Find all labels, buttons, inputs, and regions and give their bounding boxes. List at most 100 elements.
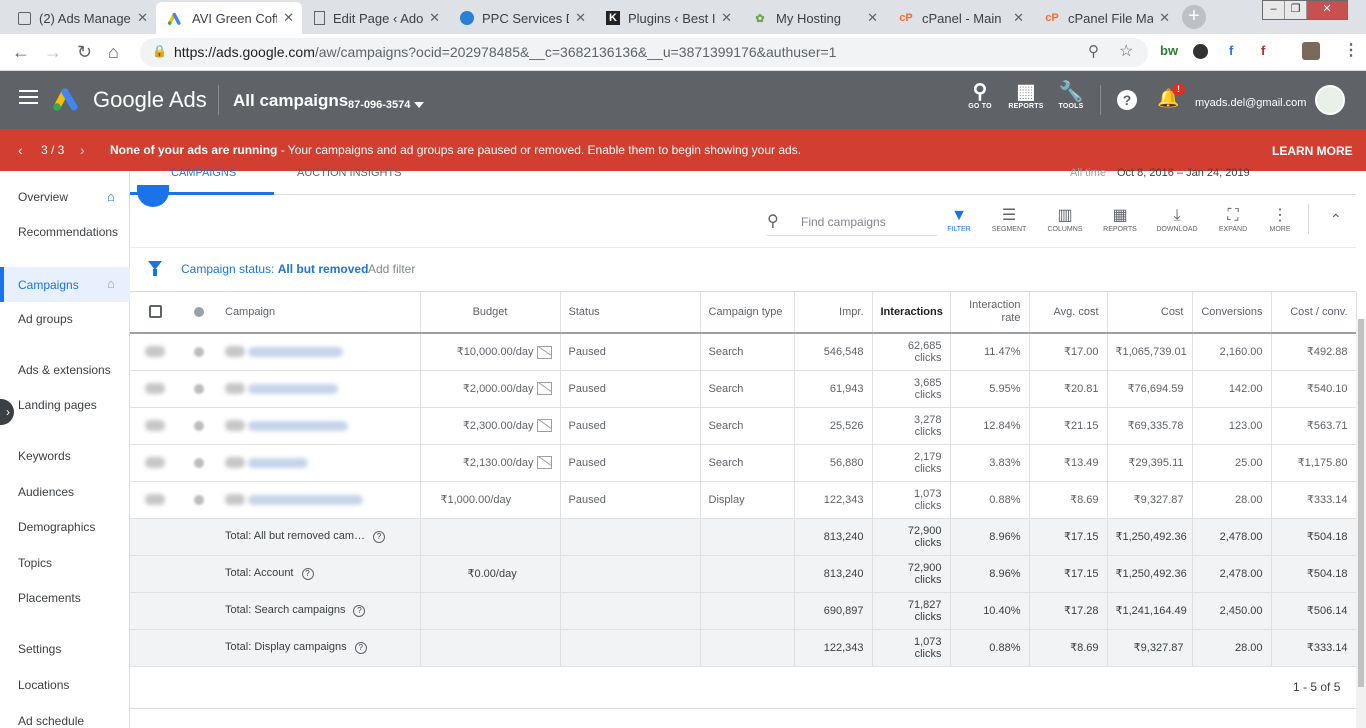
sidebar-item-locations[interactable]: Locations [18,678,69,692]
omnibox[interactable]: 🔒 https://ads.google.com/aw/campaigns?oc… [140,38,1148,67]
browser-menu-icon[interactable]: ⋮ [1343,40,1359,60]
table-row[interactable]: ₹2,130.00/day Paused Search 56,880 2,179… [130,444,1357,482]
budget-value[interactable]: ₹2,130.00/day [463,457,534,469]
help-icon[interactable]: ? [354,641,367,654]
browser-tab-google-ads[interactable]: AVI Green Coffe ✕ [156,2,302,34]
scrollbar[interactable] [1356,319,1366,728]
bookmark-star-icon[interactable]: ☆ [1119,41,1133,61]
campaign-status-filter[interactable]: Campaign status: All but removed [181,262,368,276]
close-tab-icon[interactable]: ✕ [575,10,586,26]
close-tab-icon[interactable]: ✕ [283,10,294,26]
select-all-checkbox[interactable] [148,305,162,319]
close-window-icon[interactable]: ✕ [1307,1,1347,19]
sidebar-item-placements[interactable]: Placements [18,591,81,605]
account-email[interactable]: myads.del@gmail.com [1195,97,1306,109]
budget-value[interactable]: ₹10,000.00/day [457,346,534,358]
extension-circle-icon[interactable] [1193,44,1208,59]
browser-tab-cpanel-main[interactable]: cP cPanel - Main ✕ [886,2,1032,34]
home-icon[interactable]: ⌂ [108,42,119,63]
col-conversions[interactable]: Conversions [1192,292,1272,334]
browser-tab-cpanel-files[interactable]: cP cPanel File Mar ✕ [1032,2,1178,34]
table-row[interactable]: ₹1,000.00/day Paused Display 122,343 1,0… [130,481,1357,519]
budget-chart-icon[interactable] [536,456,552,470]
col-interaction-rate[interactable]: Interaction rate [950,292,1030,334]
new-tab-button[interactable]: + [1182,5,1206,29]
profile-icon[interactable] [1302,42,1320,60]
budget-chart-icon[interactable] [536,382,552,396]
budget-value[interactable]: ₹1,000.00/day [441,494,512,506]
row-checkbox[interactable] [145,457,165,469]
browser-tab-ppc[interactable]: PPC Services Dr ✕ [448,2,594,34]
campaign-name-link[interactable] [248,346,344,357]
table-row[interactable]: ₹10,000.00/day Paused Search 546,548 62,… [130,333,1357,371]
notifications-button[interactable]: 🔔 ! [1157,83,1185,109]
help-icon[interactable]: ? [353,604,366,617]
search-campaigns[interactable]: ⚲ Find campaigns [767,210,937,236]
expand-button[interactable]: ⛶ EXPAND [1211,206,1255,233]
sidebar-item-ad-groups[interactable]: Ad groups [18,312,73,326]
sidebar-item-demographics[interactable]: Demographics [18,520,95,534]
table-row[interactable]: ₹2,000.00/day Paused Search 61,943 3,685… [130,370,1357,408]
account-dropdown-icon[interactable] [414,102,424,108]
budget-value[interactable]: ₹2,300.00/day [463,420,534,432]
extension-f-icon[interactable]: f [1261,43,1265,58]
minimize-icon[interactable]: – [1263,1,1285,19]
help-icon[interactable]: ? [1117,90,1137,110]
learn-more-button[interactable]: LEARN MORE [1272,144,1353,158]
browser-tab-ads-manager[interactable]: (2) Ads Manage ✕ [6,2,156,34]
close-tab-icon[interactable]: ✕ [721,10,732,26]
campaign-name-link[interactable] [248,383,339,394]
sidebar-item-audiences[interactable]: Audiences [18,485,74,499]
maximize-icon[interactable]: ❐ [1285,1,1307,19]
budget-chart-icon[interactable] [536,345,552,359]
browser-tab-plugins[interactable]: K Plugins ‹ Best In ✕ [594,2,740,34]
chevron-right-icon[interactable]: › [80,142,85,158]
col-interactions[interactable]: Interactions [872,292,951,334]
col-avg-cost[interactable]: Avg. cost [1029,292,1108,334]
close-tab-icon[interactable]: ✕ [429,10,440,26]
segment-button[interactable]: ☰ SEGMENT [987,206,1031,233]
reload-icon[interactable]: ↻ [77,42,92,63]
campaign-name-link[interactable] [248,494,364,505]
tab-campaigns[interactable]: CAMPAIGNS [171,167,236,179]
download-button[interactable]: ⤓ DOWNLOAD [1155,206,1199,233]
col-cost[interactable]: Cost [1107,292,1193,334]
reports-button[interactable]: ▦ REPORTS [1008,81,1044,110]
sidebar-item-topics[interactable]: Topics [18,556,52,570]
sidebar-item-keywords[interactable]: Keywords [18,449,71,463]
goto-button[interactable]: ⚲ GO TO [965,81,995,110]
row-checkbox[interactable] [145,346,165,358]
col-status[interactable]: Status [560,292,701,334]
url-text[interactable]: https://ads.google.com/aw/campaigns?ocid… [174,44,836,60]
chevron-left-icon[interactable]: ‹ [18,142,23,158]
close-tab-icon[interactable]: ✕ [137,10,148,26]
col-campaign-type[interactable]: Campaign type [700,292,795,334]
sidebar-item-overview[interactable]: Overview [18,190,68,204]
browser-tab-edit-page[interactable]: Edit Page ‹ Ado ✕ [302,2,448,34]
columns-button[interactable]: ▥ COLUMNS [1043,206,1087,233]
close-tab-icon[interactable]: ✕ [867,10,878,26]
chevron-up-icon[interactable]: ⌃ [1330,211,1342,228]
extension-bw-icon[interactable]: bw [1160,43,1178,58]
row-checkbox[interactable] [145,383,165,395]
col-impr[interactable]: Impr. [794,292,873,334]
campaign-name-link[interactable] [248,420,349,431]
zoom-icon[interactable]: ⚲ [1088,42,1099,60]
date-range[interactable]: Oct 8, 2016 – Jan 24, 2019 [1117,167,1250,179]
add-filter-button[interactable]: Add filter [368,262,415,276]
filter-button[interactable]: ▼ FILTER [937,206,981,233]
row-checkbox[interactable] [145,494,165,506]
budget-value[interactable]: ₹2,000.00/day [463,383,534,395]
row-checkbox[interactable] [145,420,165,432]
close-tab-icon[interactable]: ✕ [1159,10,1170,26]
account-id[interactable]: 87-096-3574 [348,99,410,111]
sidebar-item-settings[interactable]: Settings [18,642,61,656]
browser-tab-hosting[interactable]: ✿ My Hosting ✕ [740,2,886,34]
menu-icon[interactable] [19,90,38,104]
extension-facebook-icon[interactable]: f [1229,43,1233,58]
sidebar-item-recommendations[interactable]: Recommendations [18,225,118,239]
scrollbar-thumb[interactable] [1358,319,1364,687]
search-input[interactable]: Find campaigns [801,215,886,229]
more-button[interactable]: ⋮ MORE [1258,206,1302,233]
tools-button[interactable]: 🔧 TOOLS [1056,81,1086,110]
